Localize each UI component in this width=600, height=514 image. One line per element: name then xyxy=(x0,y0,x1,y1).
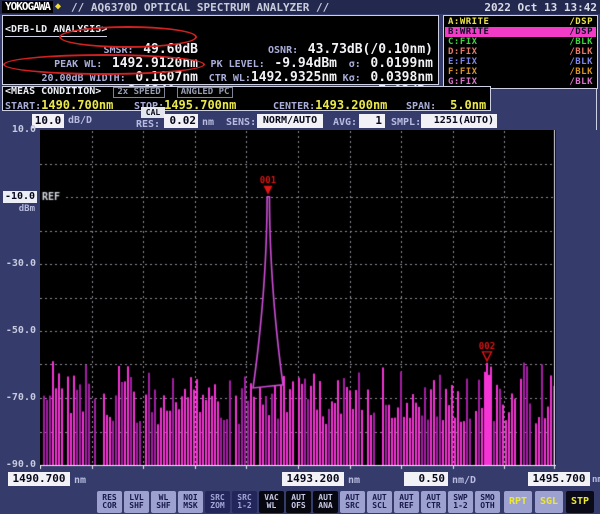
trace-row-d[interactable]: D:FIX/BLK xyxy=(445,47,596,57)
softkey-aut-ofs[interactable]: AUT OFS xyxy=(286,491,311,513)
xaxis-center-unit: nm xyxy=(348,475,361,486)
analysis-panel: <DFB-LD ANALYSIS> SMSR: 49.60dB OSNR: 43… xyxy=(2,15,439,99)
chart-area: 10.0 -10.0 dBm -30.0 -50.0 -70.0 -90.0 xyxy=(0,124,600,471)
trace-row-a[interactable]: A:WRITE/DSP xyxy=(445,17,596,27)
sens-field[interactable]: NORM/AUTO xyxy=(257,114,323,128)
analysis-row-1: SMSR: 49.60dB OSNR: 43.73dB(/0.10nm) xyxy=(5,38,436,57)
res-label: RES: xyxy=(136,119,161,130)
app-title: // AQ6370D OPTICAL SPECTRUM ANALYZER // xyxy=(71,0,330,14)
cal-indicator: CAL xyxy=(141,107,165,118)
header-bar: YOKOGAWA ◆ // AQ6370D OPTICAL SPECTRUM A… xyxy=(0,0,600,14)
meas-condition-panel: <MEAS CONDITION> 2x SPEED ANGLED PC STAR… xyxy=(2,86,491,112)
span-label: SPAN: xyxy=(406,101,437,112)
softkey-aut-ctr[interactable]: AUT CTR xyxy=(421,491,446,513)
panel-divider xyxy=(596,88,597,130)
softkey-swp-1-2[interactable]: SWP 1-2 xyxy=(448,491,473,513)
xaxis-center-field[interactable]: 1493.200 xyxy=(282,472,344,486)
xaxis-stop-unit: nm xyxy=(592,475,600,485)
settings-row: 10.0 dB/D CAL RES: 0.02 nm SENS: NORM/AU… xyxy=(0,107,600,132)
softkey-src-1-2[interactable]: SRC 1-2 xyxy=(232,491,257,513)
ytick-10: 10.0 xyxy=(11,124,36,135)
analysis-row-2: PEAK WL: 1492.9120nm PK LEVEL: -9.94dBm … xyxy=(5,52,436,71)
softkey-aut-ref[interactable]: AUT REF xyxy=(394,491,419,513)
res-unit: nm xyxy=(202,117,215,128)
ytick-neg90: -90.0 xyxy=(5,459,36,470)
ctr-wl-label: CTR WL: xyxy=(208,73,251,84)
trace-row-b[interactable]: B:WRITE/DSP xyxy=(445,27,596,37)
softkey-bar: RES COR LVL SHF WL SHF NOI MSK SRC ZOM SRC 1-2… xyxy=(0,490,600,513)
xaxis-start-unit: nm xyxy=(74,475,87,486)
softkey-lvl-shf[interactable]: LVL SHF xyxy=(124,491,149,513)
stop-sweep-button[interactable]: STP xyxy=(566,491,594,513)
analysis-title: <DFB-LD ANALYSIS> xyxy=(5,24,108,37)
center-value: 1493.200nm xyxy=(315,98,388,112)
yokogawa-logo: YOKOGAWA xyxy=(2,1,53,13)
xaxis-scale-field[interactable]: 0.50 xyxy=(404,472,448,486)
analysis-row-3: 20.00dB WIDTH: 0.1607nm CTR WL:1492.9325… xyxy=(5,66,436,85)
level-scale-field[interactable]: 10.0 xyxy=(32,114,64,128)
sens-label: SENS: xyxy=(226,117,257,128)
xaxis-start-field[interactable]: 1490.700 xyxy=(8,472,70,486)
spectrum-canvas xyxy=(40,130,556,470)
xaxis-scale-unit: nm/D xyxy=(452,475,477,486)
ytick-neg50: -50.0 xyxy=(5,325,36,336)
softkey-src-zom[interactable]: SRC ZOM xyxy=(205,491,230,513)
center-label: CENTER: xyxy=(273,101,316,112)
start-label: START: xyxy=(5,101,42,112)
y-unit-label: dBm xyxy=(18,204,35,214)
ref-level-box[interactable]: -10.0 xyxy=(3,191,37,203)
softkey-wl-shf[interactable]: WL SHF xyxy=(151,491,176,513)
softkey-aut-scl[interactable]: AUT SCL xyxy=(367,491,392,513)
start-value: 1490.700nm xyxy=(41,98,114,112)
trace-row-c[interactable]: C:FIX/BLK xyxy=(445,37,596,47)
single-sweep-button[interactable]: SGL xyxy=(535,491,563,513)
softkey-noi-msk[interactable]: NOI MSK xyxy=(178,491,203,513)
repeat-sweep-button[interactable]: RPT xyxy=(504,491,532,513)
speed-badge: 2x SPEED xyxy=(113,87,165,98)
level-scale-unit: dB/D xyxy=(68,115,93,126)
connector-badge: ANGLED PC xyxy=(176,87,234,98)
xaxis-stop-field[interactable]: 1495.700 xyxy=(528,472,590,486)
smpl-label: SMPL: xyxy=(391,117,422,128)
datetime: 2022 Oct 13 13:42 xyxy=(484,0,597,14)
res-field[interactable]: 0.02 xyxy=(164,114,198,128)
yokogawa-diamond-icon: ◆ xyxy=(54,1,62,12)
stop-value: 1495.700nm xyxy=(164,98,237,112)
softkey-smo-oth[interactable]: SMO OTH xyxy=(475,491,500,513)
ytick-neg30: -30.0 xyxy=(5,258,36,269)
meas-title: <MEAS CONDITION> xyxy=(5,86,102,97)
trace-row-e[interactable]: E:FIX/BLK xyxy=(445,57,596,67)
osa-screen: YOKOGAWA ◆ // AQ6370D OPTICAL SPECTRUM A… xyxy=(0,0,600,514)
trace-panel: A:WRITE/DSP B:WRITE/DSP C:FIX/BLK D:FIX /… xyxy=(443,15,598,89)
softkey-res-cor[interactable]: RES COR xyxy=(97,491,122,513)
softkey-aut-src[interactable]: AUT SRC xyxy=(340,491,365,513)
xaxis-row: 1490.700 nm 1493.200 nm 0.50 nm/D 1495.7… xyxy=(0,471,600,488)
smpl-field[interactable]: 1251(AUTO) xyxy=(421,114,497,128)
softkey-aut-ana[interactable]: AUT ANA xyxy=(313,491,338,513)
avg-label: AVG: xyxy=(333,117,358,128)
avg-field[interactable]: 1 xyxy=(359,114,385,128)
softkey-vac-wl[interactable]: VAC WL xyxy=(259,491,284,513)
span-value: 5.0nm xyxy=(450,98,487,112)
trace-row-f[interactable]: F:FIX/BLK xyxy=(445,67,596,77)
ytick-neg70: -70.0 xyxy=(5,392,36,403)
